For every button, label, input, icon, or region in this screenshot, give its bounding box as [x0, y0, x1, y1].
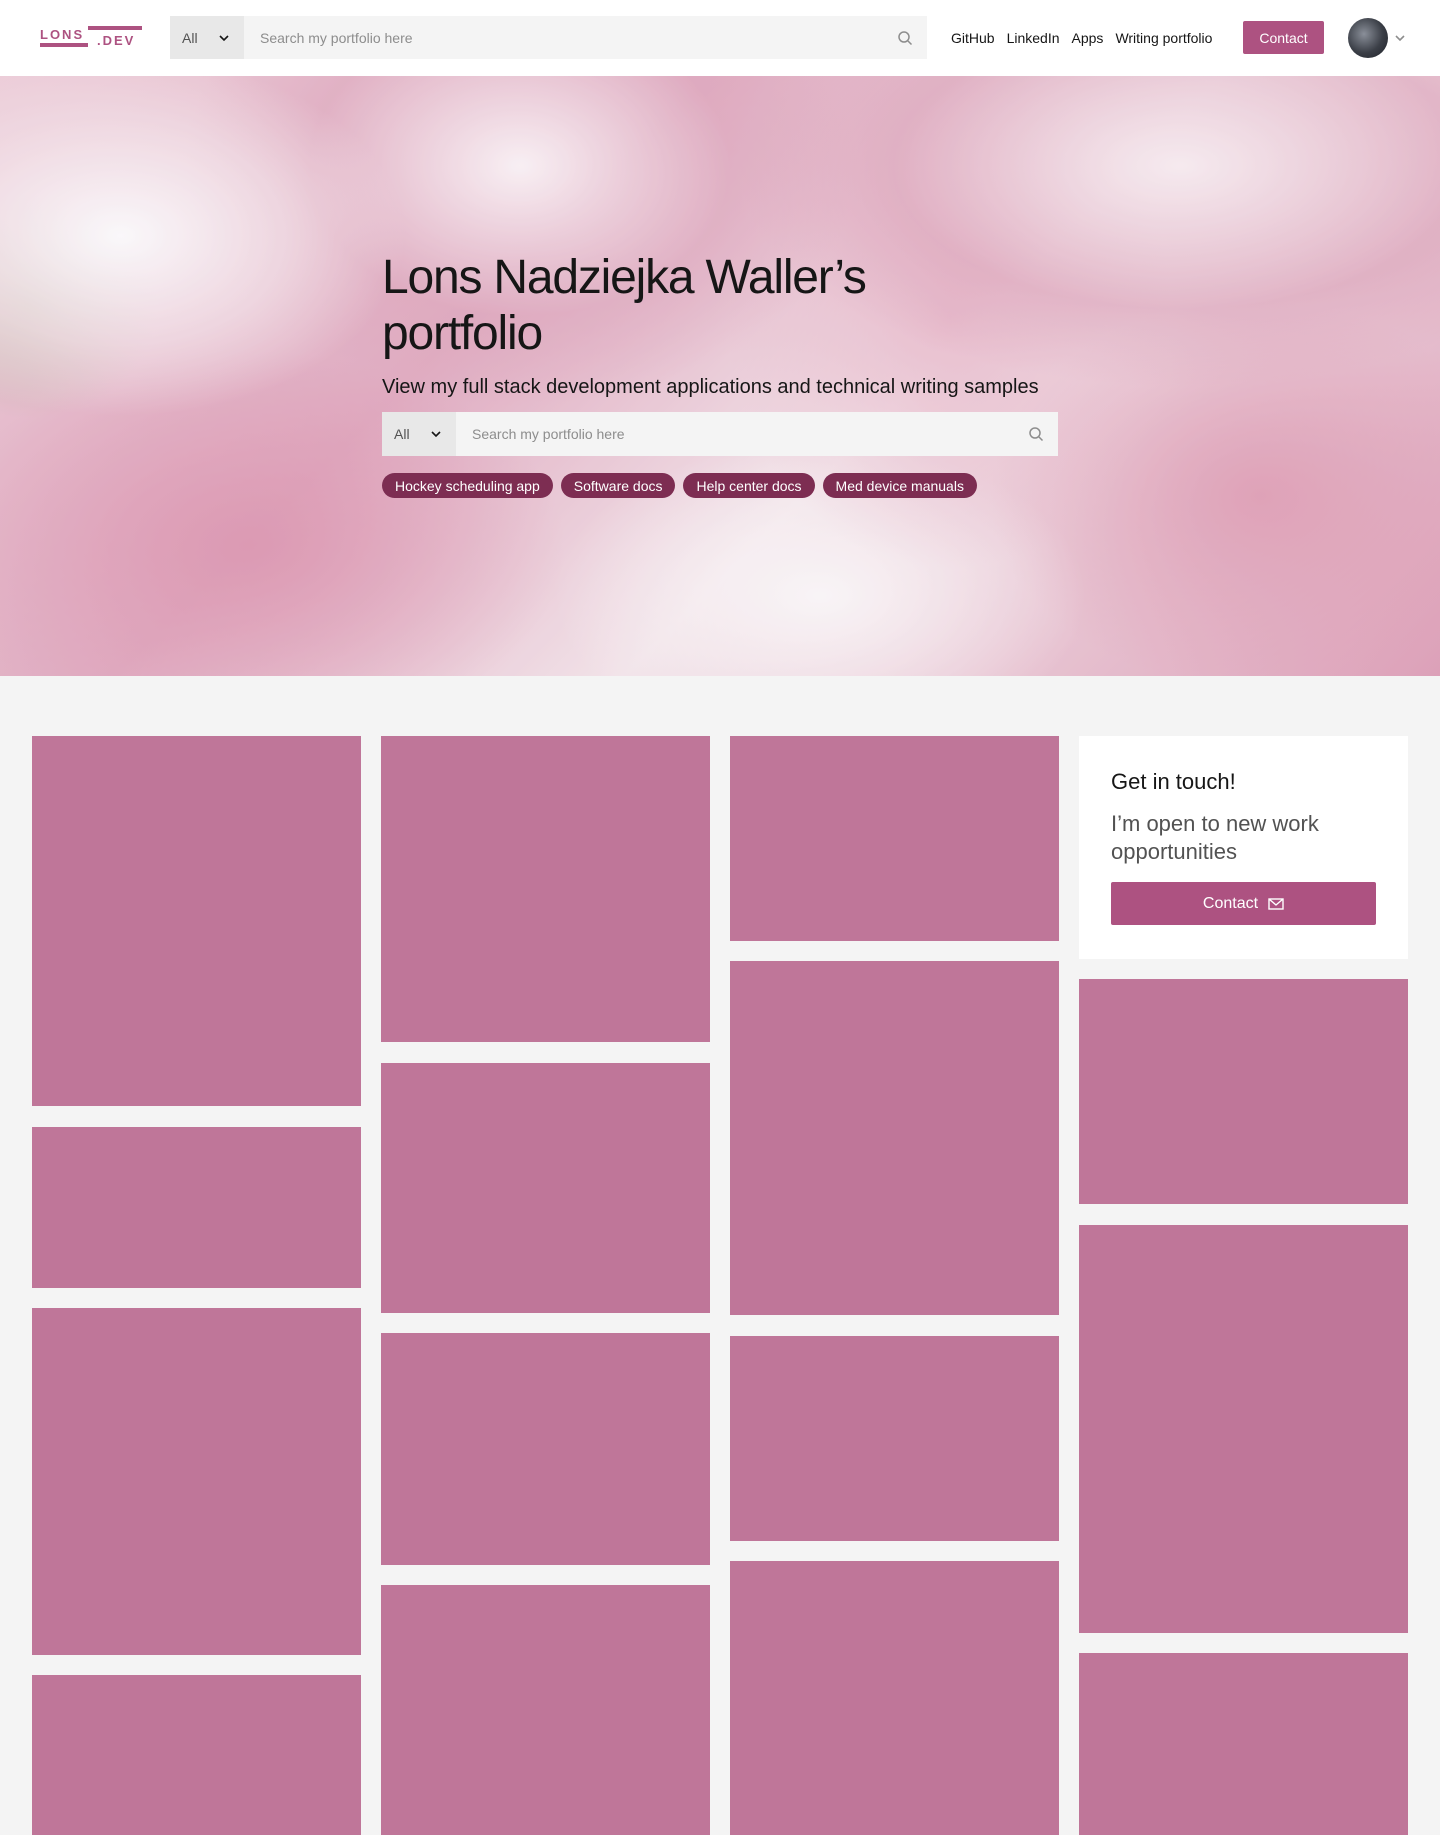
tag-hockey-scheduling-app[interactable]: Hockey scheduling app [382, 473, 553, 498]
portfolio-tile[interactable] [381, 736, 710, 1042]
header-search-input[interactable] [244, 16, 883, 59]
portfolio-tile[interactable] [1079, 1653, 1408, 1835]
portfolio-tile[interactable] [32, 1308, 361, 1655]
get-in-touch-text: I’m open to new work opportunities [1111, 811, 1319, 864]
search-scope-dropdown[interactable]: All [170, 16, 244, 59]
avatar[interactable] [1348, 18, 1388, 58]
nav-writing-portfolio[interactable]: Writing portfolio [1115, 30, 1212, 46]
quick-tags: Hockey scheduling app Software docs Help… [382, 473, 1062, 498]
search-scope-label: All [394, 426, 410, 442]
get-in-touch-title: Get in touch! [1111, 769, 1236, 794]
portfolio-tile[interactable] [381, 1333, 710, 1565]
portfolio-tile[interactable] [32, 1675, 361, 1835]
portfolio-tile[interactable] [1079, 1225, 1408, 1633]
portfolio-tile[interactable] [1079, 979, 1408, 1204]
tag-help-center-docs[interactable]: Help center docs [683, 473, 815, 498]
tag-software-docs[interactable]: Software docs [560, 473, 676, 498]
tag-med-device-manuals[interactable]: Med device manuals [822, 473, 977, 498]
svg-text:LONS: LONS [40, 27, 84, 42]
nav-linkedin[interactable]: LinkedIn [1007, 30, 1060, 46]
svg-text:.DEV: .DEV [97, 33, 135, 48]
page-title: Lons Nadziejka Waller’s portfolio [382, 251, 867, 360]
get-in-touch-contact-button[interactable]: Contact [1111, 882, 1376, 925]
header-search: All [170, 16, 927, 59]
hero-search-button[interactable] [1014, 412, 1058, 455]
header-contact-button[interactable]: Contact [1243, 21, 1324, 54]
nav-github[interactable]: GitHub [951, 30, 995, 46]
top-navigation: LONS .DEV All GitHub LinkedIn Apps Writi… [0, 0, 1440, 76]
search-scope-label: All [182, 29, 198, 46]
chevron-down-icon [219, 34, 229, 41]
portfolio-tile[interactable] [32, 1127, 361, 1288]
search-icon [1029, 426, 1044, 441]
hero-search-scope-dropdown[interactable]: All [382, 412, 456, 456]
chevron-down-icon[interactable] [1394, 32, 1406, 44]
portfolio-tile[interactable] [730, 1336, 1059, 1541]
hero-content: Lons Nadziejka Waller’s portfolio View m… [382, 250, 1062, 498]
site-logo[interactable]: LONS .DEV [40, 26, 142, 50]
portfolio-tile[interactable] [381, 1063, 710, 1313]
portfolio-tile[interactable] [730, 961, 1059, 1315]
header-nav: GitHub LinkedIn Apps Writing portfolio [951, 0, 1212, 76]
portfolio-tile[interactable] [32, 736, 361, 1106]
portfolio-tile[interactable] [730, 736, 1059, 941]
hero-search: All [382, 412, 1058, 456]
portfolio-tile[interactable] [730, 1561, 1059, 1835]
hero-search-input[interactable] [456, 412, 1014, 456]
hero-subtitle: View my full stack development applicati… [382, 376, 1039, 398]
contact-button-label: Contact [1202, 894, 1259, 912]
get-in-touch-card: Get in touch! I’m open to new work oppor… [1079, 736, 1408, 959]
nav-apps[interactable]: Apps [1072, 30, 1104, 46]
mail-icon [1268, 897, 1284, 910]
hero-banner: Lons Nadziejka Waller’s portfolio View m… [0, 76, 1440, 676]
portfolio-tile[interactable] [381, 1585, 710, 1835]
chevron-down-icon [431, 431, 441, 438]
search-icon [898, 30, 913, 45]
header-search-button[interactable] [883, 16, 927, 59]
